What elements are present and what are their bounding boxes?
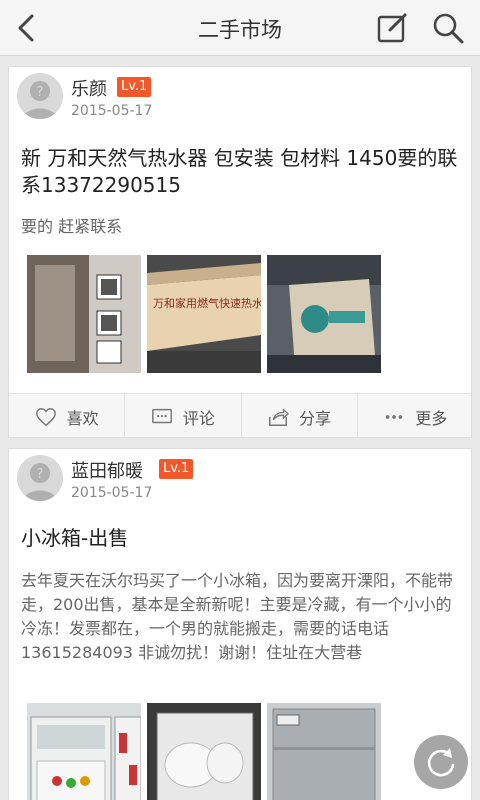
boxed-appliance-photo (267, 255, 381, 373)
edit-icon (377, 13, 407, 43)
post-image[interactable] (267, 255, 381, 373)
more-button[interactable]: 更多 (358, 394, 471, 437)
like-button[interactable]: 喜欢 (9, 394, 126, 437)
share-icon (269, 407, 290, 426)
comment-button[interactable]: 评论 (125, 394, 242, 437)
fridge-freezer-photo (147, 703, 261, 800)
post-body: 要的 赶紧联系 (21, 217, 123, 236)
like-label: 喜欢 (66, 408, 99, 428)
default-avatar-icon: ? (17, 455, 63, 501)
fridge-open-photo (27, 703, 141, 800)
post-action-bar: 喜欢 评论 分享 更多 (9, 393, 471, 437)
svg-text:?: ? (37, 85, 44, 100)
comment-label: 评论 (182, 408, 215, 428)
default-avatar-icon: ? (17, 73, 63, 119)
post-date: 2015-05-17 (71, 103, 153, 119)
compose-button[interactable] (374, 10, 410, 46)
more-dots-icon (386, 414, 403, 419)
level-badge: Lv.1 (117, 77, 152, 97)
post-image[interactable] (147, 703, 261, 800)
fridge-closed-photo (267, 703, 381, 800)
top-bar: 二手市场 (0, 0, 480, 56)
username[interactable]: 蓝田郁暖 (71, 457, 143, 483)
post-image[interactable] (27, 255, 141, 373)
avatar[interactable]: ? (17, 73, 63, 119)
more-label: 更多 (415, 408, 448, 428)
post-card[interactable]: ? 乐颜 Lv.1 2015-05-17 新 万和天然气热水器 包安装 包材料 … (8, 66, 472, 438)
search-icon (433, 13, 464, 44)
post-image[interactable] (267, 703, 381, 800)
post-image[interactable]: 万和家用燃气快速热水器 (147, 255, 261, 373)
refresh-icon (427, 748, 455, 777)
post-image[interactable] (27, 703, 141, 800)
post-card[interactable]: ? 蓝田郁暖 Lv.1 2015-05-17 小冰箱-出售 去年夏天在沃尔玛买了… (8, 448, 472, 800)
post-body: 去年夏天在沃尔玛买了一个小冰箱，因为要离开溧阳，不能带走，200出售，基本是全新… (21, 571, 454, 662)
refresh-button[interactable] (414, 735, 468, 789)
avatar[interactable]: ? (17, 455, 63, 501)
svg-text:?: ? (37, 467, 44, 482)
heart-icon (35, 407, 56, 426)
water-heater-box-label-photo: 万和家用燃气快速热水器 (147, 255, 261, 373)
search-button[interactable] (430, 10, 466, 46)
username[interactable]: 乐颜 (71, 75, 107, 101)
post-title: 新 万和天然气热水器 包安装 包材料 1450要的联系13372290515 (21, 146, 458, 197)
share-label: 分享 (299, 408, 332, 428)
water-heater-box-photo (27, 255, 141, 373)
comment-icon (151, 408, 172, 423)
post-title: 小冰箱-出售 (21, 526, 129, 550)
post-date: 2015-05-17 (71, 485, 153, 501)
level-badge: Lv.1 (159, 459, 194, 479)
share-button[interactable]: 分享 (242, 394, 358, 437)
svg-text:万和家用燃气快速热水器: 万和家用燃气快速热水器 (153, 296, 261, 310)
